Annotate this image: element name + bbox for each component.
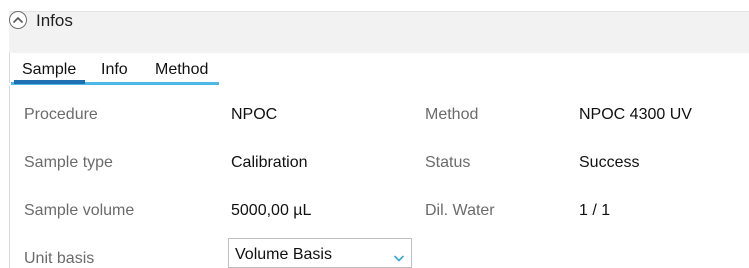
infos-panel: Infos Sample Info Method Procedure NPOC … (0, 0, 749, 268)
procedure-value: NPOC (231, 106, 278, 123)
active-tab-indicator (14, 80, 85, 84)
sample-volume-value: 5000,00 µL (231, 202, 312, 219)
procedure-label: Procedure (24, 106, 98, 123)
unit-basis-value: Volume Basis (235, 246, 332, 263)
chevron-up-circle-icon (13, 16, 23, 24)
dil-water-label: Dil. Water (425, 202, 495, 219)
unit-basis-select[interactable]: Volume Basis (228, 238, 412, 268)
tab-method[interactable]: Method (155, 60, 208, 80)
infos-header[interactable] (9, 11, 749, 54)
chevron-down-icon (394, 249, 404, 267)
status-label: Status (425, 154, 471, 171)
status-value: Success (579, 154, 640, 171)
sample-volume-label: Sample volume (24, 202, 135, 219)
section-title: Infos (36, 11, 73, 30)
tab-sample[interactable]: Sample (22, 60, 76, 80)
unit-basis-label: Unit basis (24, 250, 95, 267)
method-value: NPOC 4300 UV (579, 106, 692, 123)
method-label: Method (425, 106, 479, 123)
dil-water-value: 1 / 1 (579, 202, 611, 219)
sample-type-value: Calibration (231, 154, 308, 171)
tab-info[interactable]: Info (101, 60, 128, 80)
sample-type-label: Sample type (24, 154, 113, 171)
collapse-button[interactable] (9, 11, 27, 29)
